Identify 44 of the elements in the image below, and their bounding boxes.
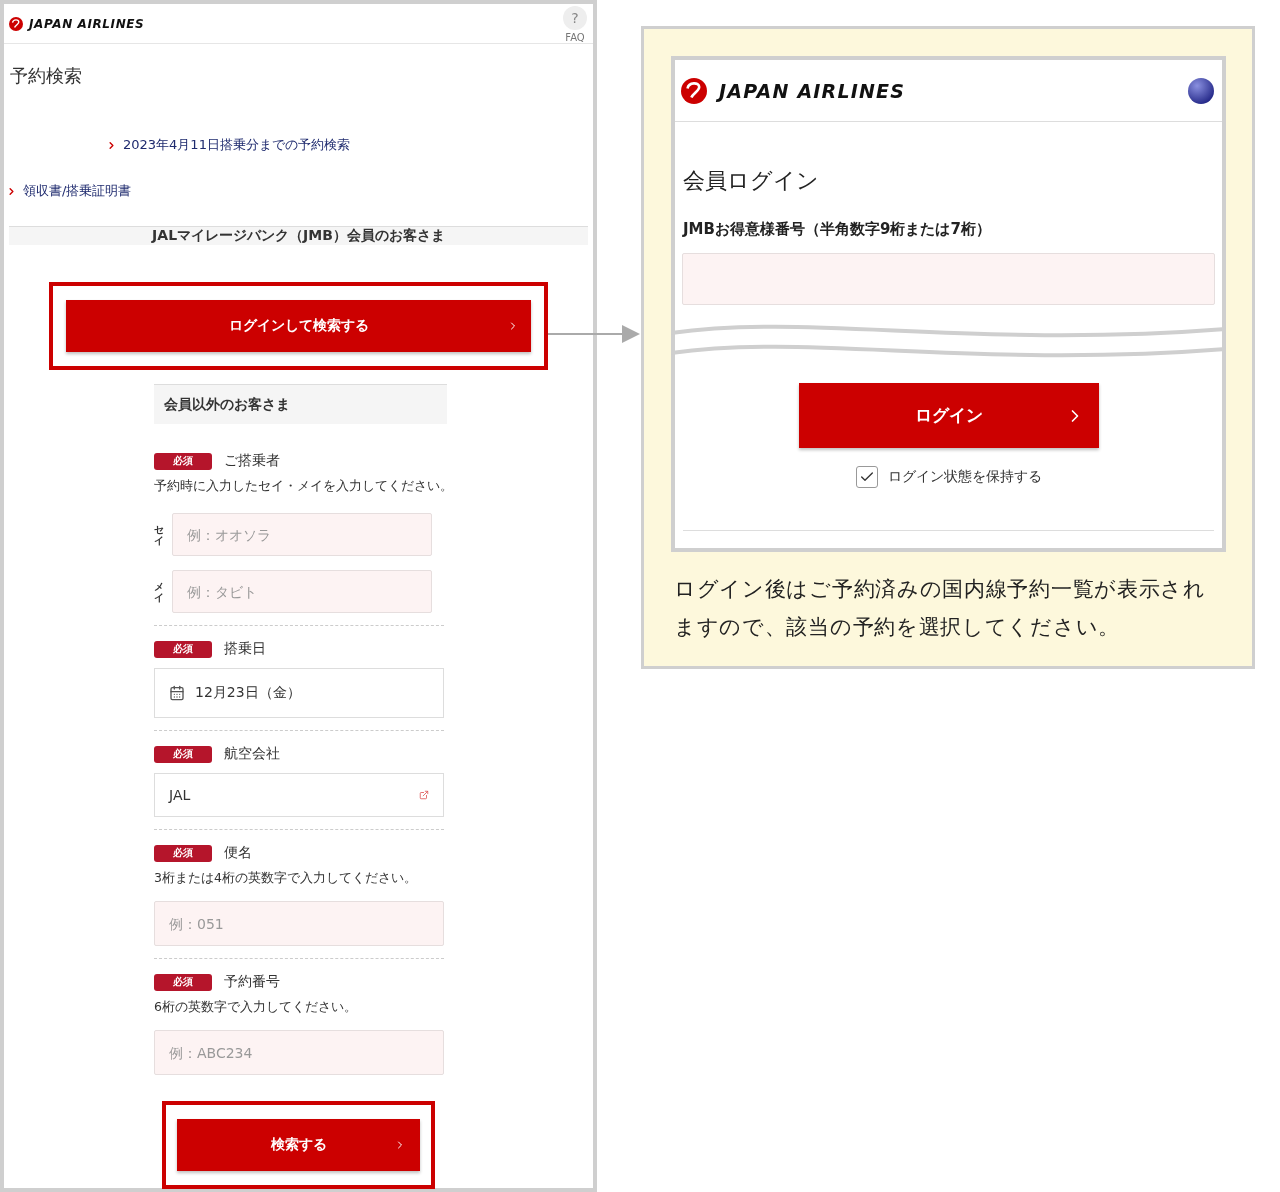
page-title: 予約検索 [10,64,83,88]
field-label: 予約番号 [224,973,280,991]
name-input[interactable]: 例：タビト [172,570,432,613]
text-input[interactable]: 例：051 [154,901,444,946]
required-badge: 必須 [154,452,212,470]
member-number-input[interactable] [682,253,1215,305]
login-title: 会員ログイン [683,167,820,195]
field-label: 航空会社 [224,745,280,763]
field-label: ご搭乗者 [224,452,280,470]
name-input[interactable]: 例：オオソラ [172,513,432,556]
required-badge: 必須 [154,640,212,658]
field-side-label: メイ [154,580,164,603]
field-hint: 6桁の英数字で入力してください。 [154,999,358,1016]
text-link[interactable]: 領収書/搭乗証明書 [23,182,132,200]
required-badge: 必須 [154,745,212,763]
field-hint: 3桁または4桁の英数字で入力してください。 [154,870,418,887]
field-label: 搭乗日 [224,640,266,658]
text-input[interactable]: 例：ABC234 [154,1030,444,1075]
crane-logo-icon [681,77,707,104]
chevron-icon [106,139,117,151]
field-side-label: セイ [154,523,164,546]
caption-text: ログイン後はご予約済みの国内線予約一覧が表示されますので、該当の予約を選択してください。 [674,576,1207,641]
chevron-icon [6,185,17,197]
faq-label: FAQ [565,32,585,43]
crane-logo-icon [9,16,23,31]
airline-field[interactable]: JAL [154,773,444,817]
search-button[interactable]: 検索する [177,1119,420,1171]
checkbox-label: ログイン状態を保持する [887,468,1042,486]
text-link[interactable]: 2023年4月11日搭乗分までの予約検索 [123,136,350,154]
required-badge: 必須 [154,973,212,991]
section-heading: JALマイレージバンク（JMB）会員のお客さま [9,226,588,245]
login-button[interactable]: ログイン [798,383,1099,448]
calendar-icon [169,685,185,701]
globe-emblem-icon [1188,77,1214,104]
login-search-button[interactable]: ログインして検索する [66,300,531,352]
section-heading: 会員以外のお客さま [154,384,447,424]
external-link-icon [419,790,429,800]
airline-logo-text: JAPAN AIRLINES [29,16,145,31]
field-label: JMBお得意様番号（半角数字9桁または7桁） [683,220,992,239]
required-badge: 必須 [154,844,212,862]
field-label: 便名 [224,844,252,862]
keep-login-checkbox[interactable] [855,466,878,488]
date-field[interactable]: 12月23日（金） [154,668,444,718]
field-hint: 予約時に入力したセイ・メイを入力してください。 [154,478,444,495]
